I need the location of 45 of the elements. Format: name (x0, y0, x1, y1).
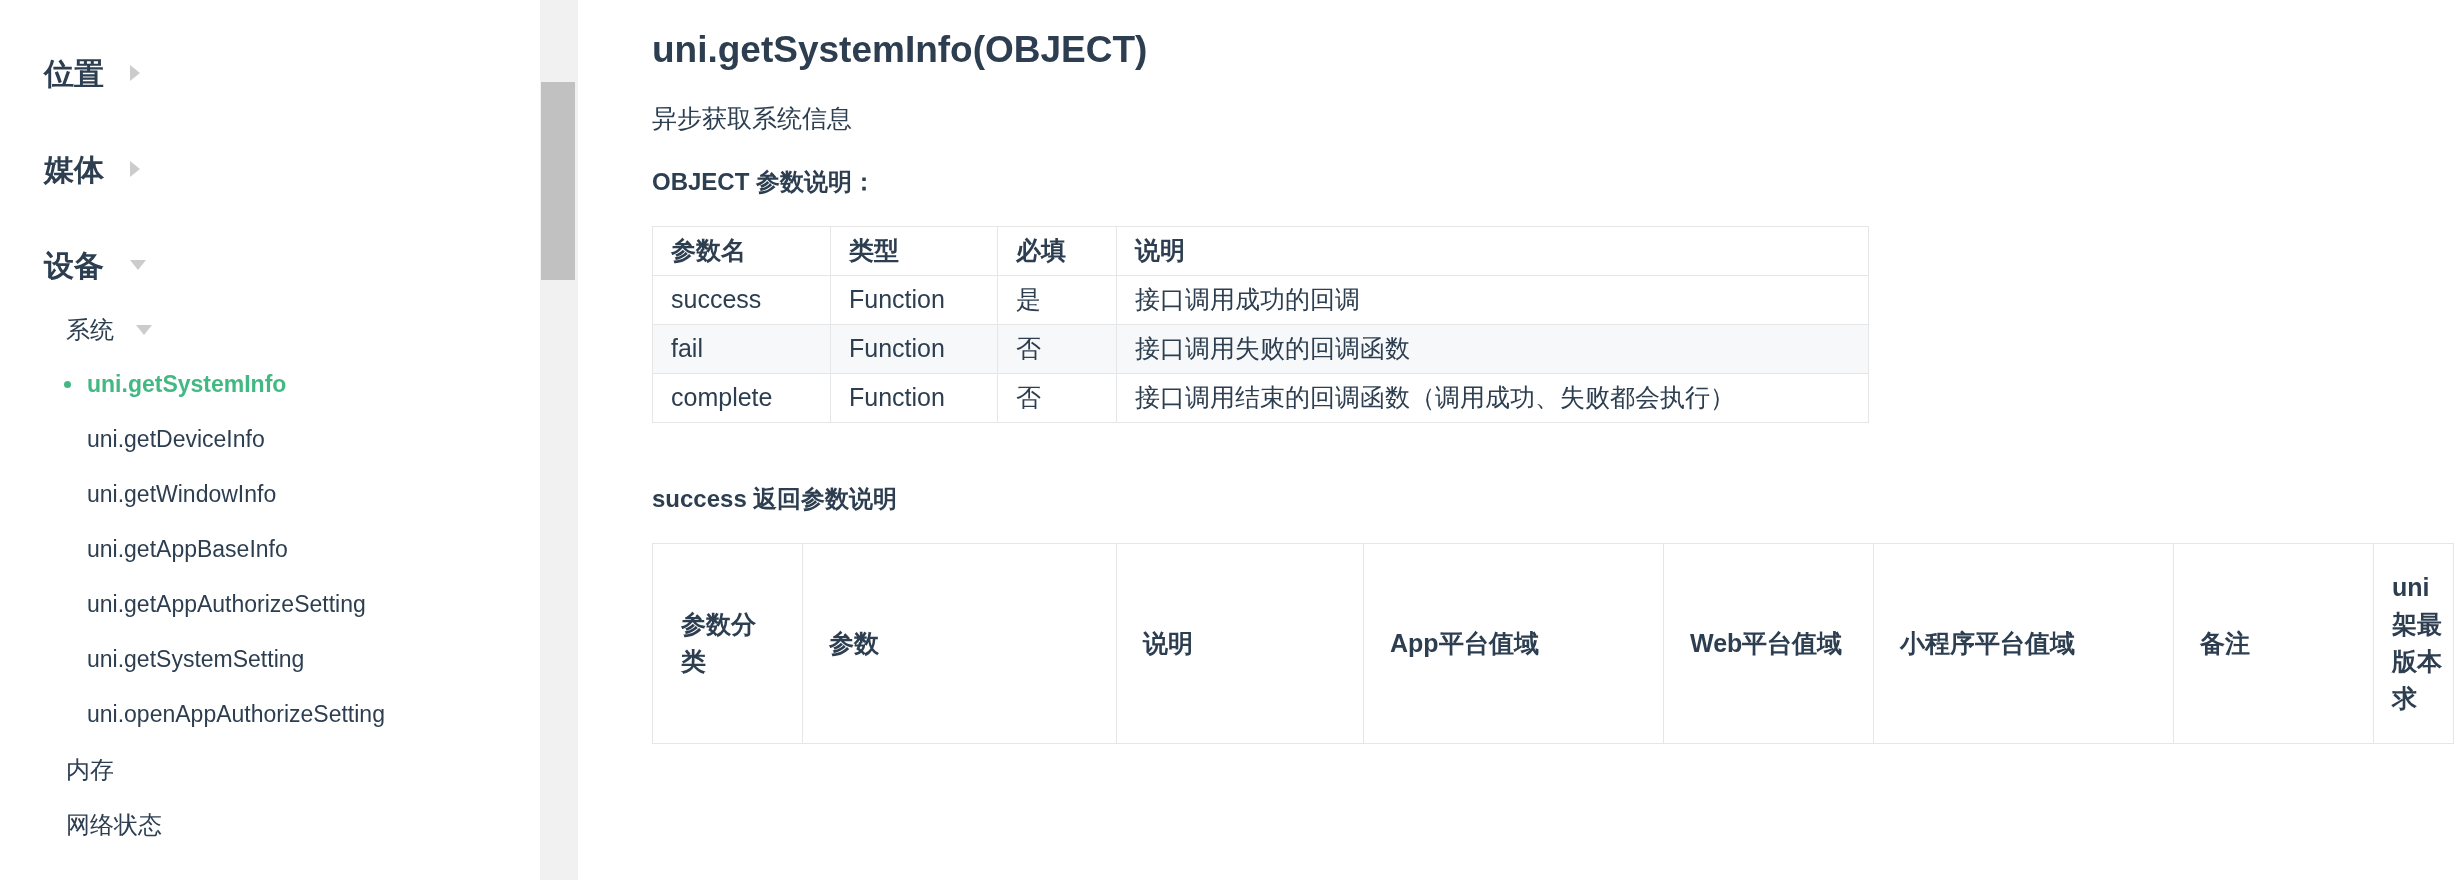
column-header: 说明 (1116, 543, 1364, 744)
table-cell: 接口调用结束的回调函数（调用成功、失败都会执行） (1116, 373, 1869, 423)
caret-icon[interactable] (130, 161, 140, 177)
section-heading: success 返回参数说明 (652, 483, 899, 514)
sidebar-link[interactable]: uni.getAppBaseInfo (87, 532, 288, 567)
column-header: 小程序平台值域 (1873, 543, 2174, 744)
caret-icon[interactable] (136, 324, 152, 335)
column-header: uni架最版本求 (2373, 543, 2454, 744)
table-cell: 是 (997, 275, 1117, 325)
sidebar-section-label[interactable]: 系统 (66, 311, 114, 348)
section-heading: OBJECT 参数说明： (652, 166, 877, 197)
column-header: 参数名 (652, 226, 831, 276)
column-header: App平台值域 (1363, 543, 1664, 744)
column-header: 必填 (997, 226, 1117, 276)
sidebar-link[interactable]: uni.getDeviceInfo (87, 422, 265, 457)
column-header: Web平台值域 (1663, 543, 1874, 744)
description: 异步获取系统信息 (652, 103, 853, 135)
caret-icon[interactable] (130, 65, 140, 81)
table-cell: 接口调用失败的回调函数 (1116, 324, 1869, 374)
sidebar-link[interactable]: uni.openAppAuthorizeSetting (87, 697, 385, 732)
table-cell: complete (652, 373, 831, 423)
table-cell: 否 (997, 324, 1117, 374)
sidebar-group-label[interactable]: 设备 (44, 242, 104, 288)
sidebar-group-label[interactable]: 媒体 (44, 146, 104, 192)
table-cell: Function (830, 324, 998, 374)
caret-icon[interactable] (130, 260, 146, 270)
sidebar-link[interactable]: uni.getSystemSetting (87, 642, 305, 677)
page-title: uni.getSystemInfo(OBJECT) (652, 28, 1149, 72)
scrollbar-thumb[interactable] (541, 82, 575, 280)
table-cell: 否 (997, 373, 1117, 423)
column-header: 备注 (2173, 543, 2374, 744)
column-header: 参数分类 (652, 543, 803, 744)
column-header: 说明 (1116, 226, 1869, 276)
table-cell: Function (830, 275, 998, 325)
sidebar-link[interactable]: uni.getWindowInfo (87, 477, 277, 512)
table-cell: fail (652, 324, 831, 374)
sidebar-link[interactable]: uni.getAppAuthorizeSetting (87, 587, 366, 622)
table-cell: Function (830, 373, 998, 423)
sidebar-group-label[interactable]: 位置 (44, 50, 104, 96)
table-cell: success (652, 275, 831, 325)
sidebar-section-label[interactable]: 内存 (66, 751, 114, 788)
sidebar-section-label[interactable]: 网络状态 (66, 806, 162, 843)
column-header: 类型 (830, 226, 998, 276)
column-header: 参数 (802, 543, 1117, 744)
table-cell: 接口调用成功的回调 (1116, 275, 1869, 325)
